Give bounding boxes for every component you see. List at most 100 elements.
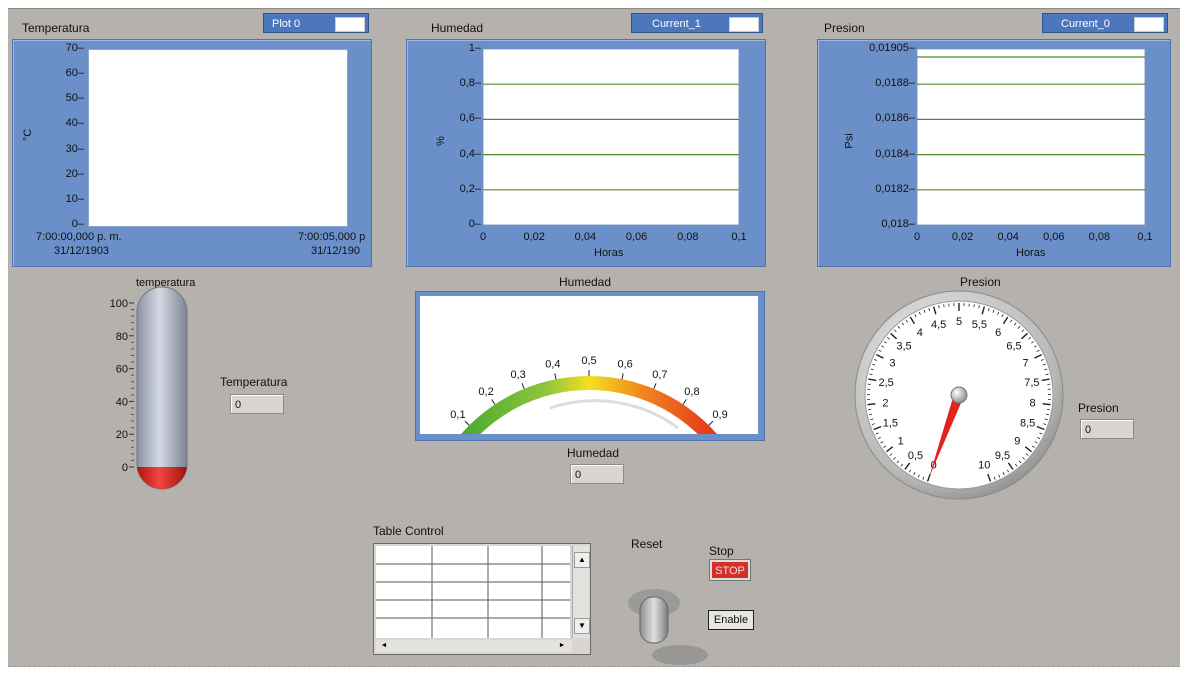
hum-legend-swatch xyxy=(729,17,759,32)
pres-gauge-tick-label: 2 xyxy=(882,398,888,410)
hum-meter-tick-label: 0,3 xyxy=(510,369,525,381)
temp-x-end-date: 31/12/190 xyxy=(311,245,360,257)
table-grid xyxy=(376,546,570,638)
hum-meter-label: Humedad xyxy=(559,275,612,289)
front-panel: Temperatura Plot 0 70– 60– 50– 40– 30– 20– 10–… xyxy=(8,8,1180,667)
temp-y-tick: 20– xyxy=(65,167,84,180)
reset-label: Reset xyxy=(631,537,663,551)
pres-x-tick: 0,06 xyxy=(1043,231,1065,243)
pres-gauge-tick xyxy=(1042,403,1051,406)
pres-indicator-label: Presion xyxy=(1078,401,1119,415)
pres-gauge-tick-label: 6 xyxy=(995,327,1001,339)
pres-legend-swatch xyxy=(1134,17,1164,32)
hum-meter-tick-label: 0,7 xyxy=(652,369,667,381)
reset-toggle-switch[interactable] xyxy=(620,583,712,669)
thermometer-tube xyxy=(136,286,188,490)
thermometer-scale: 100 80 60 40 20 0 xyxy=(110,298,134,474)
hum-plot-area[interactable] xyxy=(483,49,739,225)
temp-indicator-label: Temperatura xyxy=(220,375,288,389)
pres-y-tick: 0,01905– xyxy=(869,42,915,54)
temp-y-tick: 10– xyxy=(65,192,84,205)
temp-y-tick: 0– xyxy=(71,218,84,230)
pres-gauge-tick xyxy=(867,403,876,406)
temp-plot-legend[interactable]: Plot 0 xyxy=(263,13,369,33)
temp-x-start-time: 7:00:00,000 p. m. xyxy=(36,231,122,243)
pres-y-tick: 0,018– xyxy=(881,218,915,230)
pres-gauge-tick-label: 3,5 xyxy=(896,340,911,352)
stop-button[interactable]: STOP xyxy=(709,559,751,581)
pres-y-tick: 0,0182– xyxy=(875,182,915,195)
thermometer-fill xyxy=(137,464,187,489)
pres-gauge-tick-label: 1,5 xyxy=(883,418,898,430)
pres-y-label: Psi xyxy=(843,133,856,149)
hum-x-tick: 0,08 xyxy=(677,231,699,243)
pres-gauge-tick-label: 6,5 xyxy=(1006,340,1021,352)
hum-meter-tick-label: 0,9 xyxy=(712,409,727,421)
toggle-shadow xyxy=(652,645,708,665)
hum-y-tick: 0,8– xyxy=(459,77,481,90)
pres-gauge-hub xyxy=(950,386,968,404)
humidity-meter[interactable]: 00,10,20,30,40,50,60,70,80,91 xyxy=(420,296,758,434)
table-scroll-down-button[interactable]: ▼ xyxy=(574,618,590,634)
thermometer[interactable]: 100 80 60 40 20 0 xyxy=(108,285,198,495)
table-vscrollbar[interactable]: ▲ ▼ xyxy=(572,546,590,638)
hum-y-tick: 0– xyxy=(468,218,481,230)
temp-y-tick: 70– xyxy=(65,42,84,54)
table-control[interactable]: ▲ ▼ ◄ ► xyxy=(373,543,591,655)
temp-indicator: 0 xyxy=(230,394,284,414)
pres-plot-area[interactable] xyxy=(917,49,1145,225)
pres-gauge-tick-label: 5 xyxy=(956,316,962,328)
table-scroll-left-button[interactable]: ◄ xyxy=(378,640,390,651)
thermometer-tick-label: 40 xyxy=(116,396,128,408)
hum-meter-tick-label: 0,8 xyxy=(684,386,699,398)
pres-gauge-tick-label: 4 xyxy=(917,327,923,339)
table-hscrollbar[interactable]: ◄ ► xyxy=(376,640,572,652)
hum-x-tick: 0,1 xyxy=(731,231,747,243)
thermometer-tick-label: 80 xyxy=(116,331,128,343)
hum-meter-tick-label: 0,2 xyxy=(478,386,493,398)
pres-x-tick: 0,08 xyxy=(1088,231,1111,243)
hum-x-label: Horas xyxy=(594,247,624,259)
enable-button[interactable]: Enable xyxy=(708,610,754,630)
hum-x-tick: 0,04 xyxy=(574,231,597,243)
pres-gauge-tick-label: 4,5 xyxy=(931,319,946,331)
hum-plot-bg xyxy=(483,49,739,225)
pres-gauge-tick-label: 5,5 xyxy=(972,319,987,331)
hum-meter-tick-label: 0,5 xyxy=(581,355,596,367)
hum-meter-tick-label: 0,1 xyxy=(450,409,465,421)
thermometer-tick-label: 0 xyxy=(122,462,128,474)
pres-gauge-tick-label: 7,5 xyxy=(1024,377,1039,389)
pres-y-tick: 0,0188– xyxy=(875,77,915,90)
pres-chart-title: Presion xyxy=(824,21,865,35)
temp-x-start-date: 31/12/1903 xyxy=(54,245,110,257)
hum-plot-legend[interactable]: Current_1 xyxy=(631,13,763,33)
pres-gauge-tick-label: 0,5 xyxy=(908,450,923,462)
hum-x-tick: 0,06 xyxy=(625,231,648,243)
hum-y-label: % xyxy=(434,136,447,146)
table-scroll-up-button[interactable]: ▲ xyxy=(574,552,590,568)
table-scroll-right-button[interactable]: ► xyxy=(556,640,568,651)
hum-x-tick: 0,02 xyxy=(523,231,545,243)
hum-indicator-label: Humedad xyxy=(567,446,620,460)
pressure-gauge[interactable]: 00,511,522,533,544,555,566,577,588,599,5… xyxy=(851,287,1067,503)
toggle-lever xyxy=(639,596,669,644)
pres-x-label: Horas xyxy=(1016,247,1046,259)
pres-gauge-tick-label: 9 xyxy=(1014,436,1020,448)
hum-y-tick: 0,4– xyxy=(459,147,481,160)
pres-x-tick: 0 xyxy=(913,231,921,243)
hum-meter-tick-label: 0,4 xyxy=(545,359,560,371)
hum-y-tick: 0,2– xyxy=(459,182,481,195)
hum-meter-tick-label: 0,6 xyxy=(617,359,632,371)
temp-legend-swatch xyxy=(335,17,365,32)
temp-y-tick: 40– xyxy=(65,117,84,130)
thermometer-tick-label: 20 xyxy=(116,429,128,441)
pres-gauge-minor-tick xyxy=(943,304,945,308)
pres-plot-legend[interactable]: Current_0 xyxy=(1042,13,1168,33)
thermometer-tick-label: 60 xyxy=(116,364,128,376)
stop-label: Stop xyxy=(709,544,734,558)
hum-chart-title: Humedad xyxy=(431,21,484,35)
temp-plot-area[interactable] xyxy=(88,49,348,227)
thermometer-tick-label: 100 xyxy=(110,298,128,310)
pres-x-tick: 0,02 xyxy=(951,231,974,243)
hum-y-tick: 0,6– xyxy=(459,112,481,125)
